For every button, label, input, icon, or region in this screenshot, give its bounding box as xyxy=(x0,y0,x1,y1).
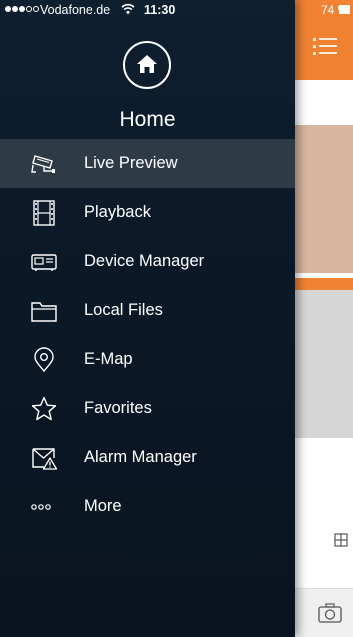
background-video-tile xyxy=(295,125,353,273)
status-bar: Vodafone.de 11:30 xyxy=(0,0,295,20)
clock-time: 11:30 xyxy=(144,3,176,17)
home-icon xyxy=(137,55,157,73)
navigation-menu: Live Preview Playback Device Manager Loc… xyxy=(0,139,295,531)
menu-item-label: Favorites xyxy=(84,399,152,417)
menu-item-live-preview[interactable]: Live Preview xyxy=(0,139,295,188)
carrier-name: Vodafone.de xyxy=(40,3,111,17)
background-toolbar xyxy=(295,80,353,125)
map-pin-icon xyxy=(34,347,54,373)
cctv-camera-icon xyxy=(31,155,55,173)
star-icon xyxy=(31,396,57,421)
menu-item-label: E-Map xyxy=(84,350,133,368)
more-dots-icon xyxy=(31,504,51,510)
background-video-tile-empty xyxy=(295,290,353,438)
alarm-envelope-icon xyxy=(32,448,58,470)
folder-icon xyxy=(31,302,57,322)
home-title: Home xyxy=(119,108,176,131)
grid-layout-icon[interactable] xyxy=(334,533,348,547)
background-header xyxy=(295,20,353,80)
menu-item-label: Alarm Manager xyxy=(84,448,197,466)
background-accent-bar xyxy=(295,278,353,290)
menu-item-alarm-manager[interactable]: Alarm Manager xyxy=(0,433,295,482)
signal-strength-icon xyxy=(5,6,39,12)
background-controls-area xyxy=(295,438,353,588)
menu-item-label: More xyxy=(84,497,122,515)
home-button[interactable] xyxy=(123,41,171,89)
menu-item-label: Device Manager xyxy=(84,252,205,270)
menu-item-local-files[interactable]: Local Files xyxy=(0,286,295,335)
film-strip-icon xyxy=(33,200,55,226)
menu-item-device-manager[interactable]: Device Manager xyxy=(0,237,295,286)
menu-item-more[interactable]: More xyxy=(0,482,295,531)
menu-item-label: Playback xyxy=(84,203,151,221)
list-menu-icon[interactable] xyxy=(313,36,339,58)
background-app-panel[interactable]: 74 % xyxy=(295,0,353,637)
wifi-icon xyxy=(121,3,135,15)
battery-icon xyxy=(339,5,350,14)
background-status-bar: 74 % xyxy=(295,0,353,20)
menu-item-label: Live Preview xyxy=(84,154,178,172)
side-drawer: Vodafone.de 11:30 Home Live Preview Play… xyxy=(0,0,295,637)
menu-item-e-map[interactable]: E-Map xyxy=(0,335,295,384)
dvr-device-icon xyxy=(31,254,57,271)
camera-snapshot-icon[interactable] xyxy=(317,602,343,624)
menu-item-playback[interactable]: Playback xyxy=(0,188,295,237)
menu-item-favorites[interactable]: Favorites xyxy=(0,384,295,433)
menu-item-label: Local Files xyxy=(84,301,163,319)
